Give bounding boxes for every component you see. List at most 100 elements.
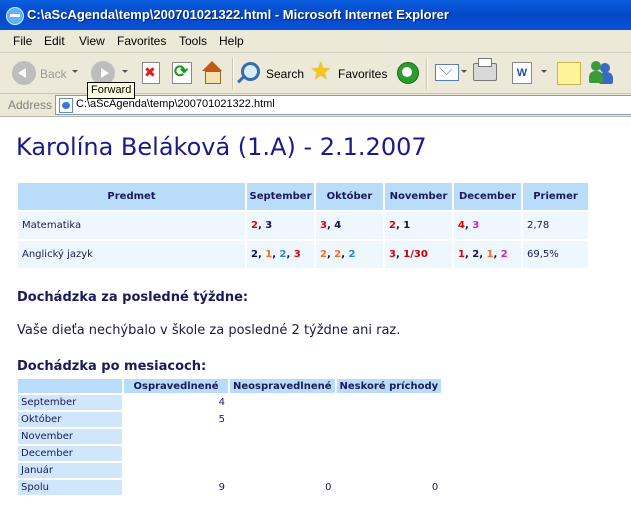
grade-value: 2 [500,249,508,260]
grade-value: 4 [458,220,465,231]
table-row: December [18,444,444,462]
attendance-month-label: Január [18,461,124,479]
grade-value: 3 [293,249,301,260]
grade-cell: 2, 2, 2 [315,239,385,268]
grades-header-october: Október [315,183,385,211]
attendance-excused-cell: 5 [123,410,230,428]
mail-icon[interactable] [435,64,459,81]
attendance-unexcused-cell [229,393,337,411]
address-input[interactable]: C:\aScAgenda\temp\200701021322.html [55,95,631,115]
back-button-label[interactable]: Back [40,67,67,81]
grade-value: 2 [251,249,258,260]
forward-tooltip: Forward [87,82,136,99]
menu-file[interactable]: File [13,34,32,48]
grade-value: 2 [320,249,327,260]
grade-value: , [341,249,349,260]
grade-cell: 2, 3 [246,210,316,240]
edit-dropdown-icon[interactable] [541,70,547,73]
attendance-header-late: Neskoré príchody [335,379,444,394]
menu-help[interactable]: Help [219,34,244,48]
grade-cell: 3, 4 [315,210,385,240]
table-row: Anglický jazyk 2, 1, 2, 3 2, 2, 2 3, 1/3… [18,239,590,268]
stop-icon[interactable] [142,62,160,84]
grade-value: 4 [334,220,342,231]
attendance-header-excused: Ospravedlnené [123,379,230,394]
home-icon[interactable] [201,61,223,84]
grade-cell: 1, 2, 1, 2 [453,239,523,268]
grade-value: 1 [403,220,411,231]
back-dropdown-icon[interactable] [72,70,78,73]
attendance-unexcused-cell [229,461,337,479]
grade-cell: 3, 1/30 [384,239,454,268]
table-row: Október 5 [18,410,444,428]
attendance-month-label: December [18,444,124,462]
grades-header-subject: Predmet [18,183,247,211]
attendance-unexcused-cell [229,427,337,445]
subject-name: Anglický jazyk [18,239,247,268]
grade-value: 3 [265,220,273,231]
print-icon[interactable] [473,58,497,81]
back-icon[interactable] [12,61,36,85]
average-cell: 2,78 [522,210,590,240]
window-title: C:\aScAgenda\temp\200701021322.html - Mi… [27,7,449,22]
grades-header-december: December [453,183,523,211]
grade-value: 3 [472,220,480,231]
toolbar-separator [232,57,234,89]
grades-table: Predmet September Október November Decem… [18,183,590,268]
forward-dropdown-icon[interactable] [122,70,128,73]
menu-view[interactable]: View [79,34,105,48]
table-row: November [18,427,444,445]
attendance-excused-cell: 9 [123,478,230,495]
page-content: Karolína Beláková (1.A) - 2.1.2007 Predm… [0,117,631,531]
grade-cell: 2, 1 [384,210,454,240]
attendance-late-cell: 0 [335,478,444,495]
refresh-icon[interactable] [172,62,192,84]
grade-value: , [286,249,294,260]
grade-value: 1/30 [403,249,428,260]
attendance-months-heading: Dochádzka po mesiacoch: [17,359,207,374]
menu-favorites[interactable]: Favorites [117,34,166,48]
address-url[interactable]: C:\aScAgenda\temp\200701021322.html [76,98,275,110]
grade-value: 2 [251,220,258,231]
grade-value: 1 [458,249,465,260]
favorites-star-icon[interactable]: ★ [310,57,332,86]
attendance-late-cell [335,427,444,445]
search-icon[interactable] [241,62,260,81]
title-bar: C:\aScAgenda\temp\200701021322.html - Mi… [0,0,631,30]
messenger-icon[interactable] [589,61,613,85]
favorites-button-label[interactable]: Favorites [338,67,387,81]
table-row: Január [18,461,444,479]
grade-value: 2 [389,220,396,231]
attendance-table: Ospravedlnené Neospravedlnené Neskoré pr… [18,379,444,495]
attendance-header-blank [18,379,124,394]
grade-cell: 4, 3 [453,210,523,240]
attendance-weeks-heading: Dochádzka za posledné týždne: [17,290,249,305]
grades-header-average: Priemer [522,183,590,211]
grades-header-november: November [384,183,454,211]
attendance-month-label: Spolu [18,478,124,495]
average-cell: 69,5% [522,239,590,268]
attendance-excused-cell [123,461,230,479]
grade-value: , [493,249,501,260]
mail-dropdown-icon[interactable] [461,70,467,73]
menu-tools[interactable]: Tools [179,34,207,48]
edit-word-icon[interactable]: W [512,62,532,84]
page-icon [59,98,73,113]
history-icon[interactable] [397,62,419,84]
attendance-month-label: September [18,393,124,411]
table-row: September 4 [18,393,444,411]
attendance-late-cell [335,393,444,411]
attendance-excused-cell [123,444,230,462]
address-label: Address [8,98,53,112]
grade-value: , [479,249,487,260]
grade-value: 3 [389,249,396,260]
discuss-note-icon[interactable] [557,62,581,85]
attendance-excused-cell [123,427,230,445]
menu-edit[interactable]: Edit [44,34,65,48]
attendance-header-unexcused: Neospravedlnené [229,379,337,394]
attendance-unexcused-cell [229,444,337,462]
ie-logo-icon [6,7,24,25]
subject-name: Matematika [18,210,247,240]
search-button-label[interactable]: Search [266,67,304,81]
attendance-month-label: Október [18,410,124,428]
